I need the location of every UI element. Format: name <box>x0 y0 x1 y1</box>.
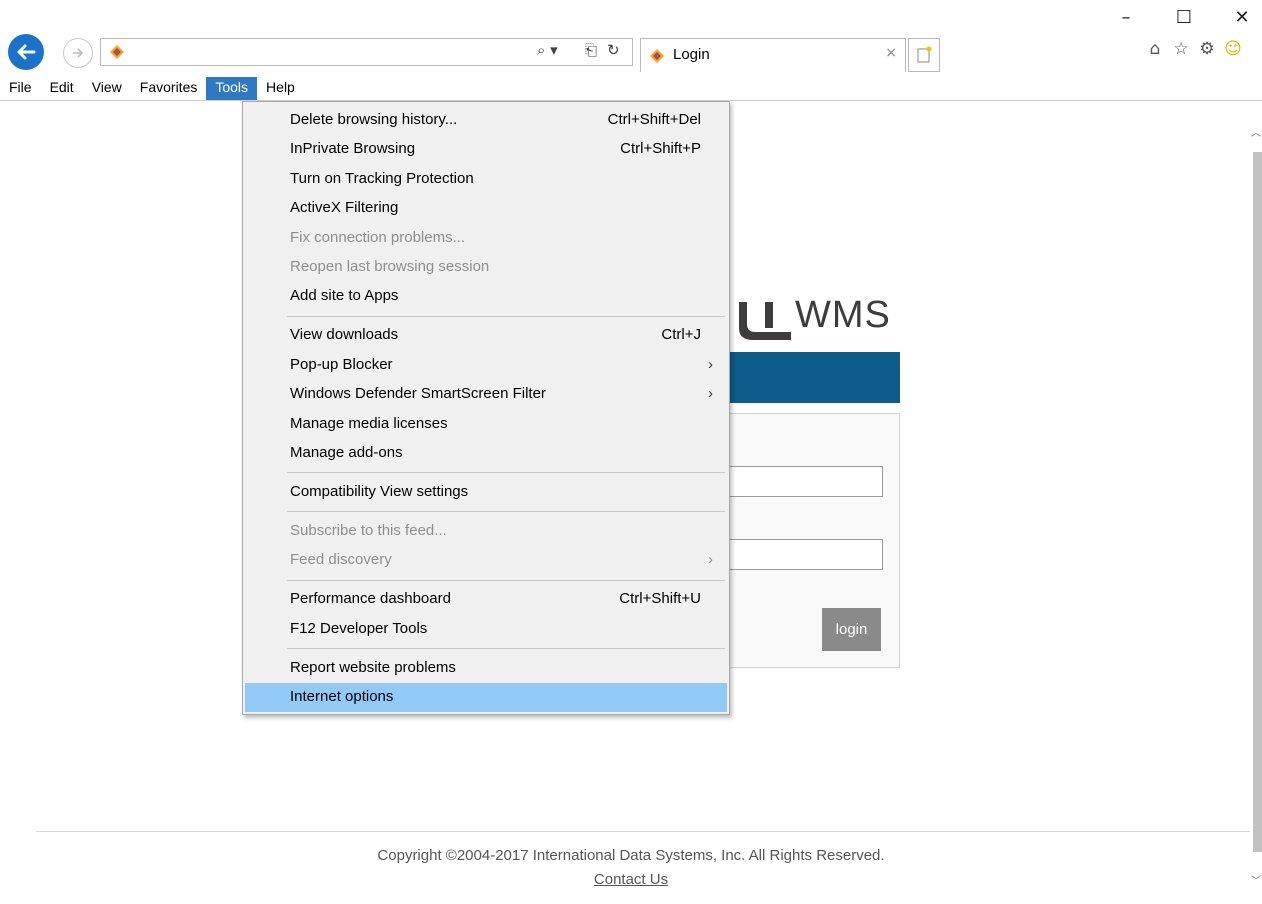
menu-item-label: Turn on Tracking Protection <box>290 169 474 187</box>
close-window-button[interactable]: ✕ <box>1222 4 1262 32</box>
tools-menu: Delete browsing history... Ctrl+Shift+Del… <box>242 101 730 715</box>
menu-item-manage-add-ons[interactable]: Manage add-ons <box>245 439 727 468</box>
menu-item-turn-on-tracking-protection[interactable]: Turn on Tracking Protection <box>245 165 727 194</box>
menu-item-label: Report website problems <box>290 658 456 676</box>
menu-item-inprivate-browsing[interactable]: InPrivate Browsing Ctrl+Shift+P <box>245 135 727 164</box>
menu-favorites[interactable]: Favorites <box>131 77 207 100</box>
menu-item-label: Manage media licenses <box>290 414 448 432</box>
favorites-icon[interactable]: ☆ <box>1171 38 1191 60</box>
contact-us-container: Contact Us <box>0 871 1262 888</box>
menu-view[interactable]: View <box>83 77 131 100</box>
menu-item-manage-media-licenses[interactable]: Manage media licenses <box>245 410 727 439</box>
copyright-text: Copyright ©2004-2017 International Data … <box>377 847 885 864</box>
menu-item-label: Performance dashboard <box>290 590 451 608</box>
menu-item-reopen-last-browsing-session[interactable]: Reopen last browsing session <box>245 253 727 282</box>
password-field[interactable] <box>728 539 883 570</box>
menu-item-label: Compatibility View settings <box>290 483 469 500</box>
menu-item-label: Subscribe to this feed... <box>290 522 447 539</box>
menu-item-activex-filtering[interactable]: ActiveX Filtering <box>245 194 727 223</box>
refresh-icon[interactable]: ↻ <box>607 41 620 59</box>
tab-login[interactable]: Login × <box>640 38 906 72</box>
menu-item-label: ActiveX Filtering <box>290 199 399 217</box>
menu-item-subscribe-to-this-feed[interactable]: Subscribe to this feed... <box>245 517 727 546</box>
menu-separator <box>287 511 725 513</box>
menu-item-label: Fix connection problems... <box>290 228 466 246</box>
menu-separator <box>287 472 725 474</box>
menu-item-internet-options[interactable]: Internet options <box>245 683 727 713</box>
new-tab-icon <box>917 46 932 63</box>
menu-item-shortcut: Ctrl+J <box>661 326 701 344</box>
login-button[interactable]: login <box>822 608 881 651</box>
forward-button[interactable] <box>63 38 93 68</box>
scroll-up-icon[interactable]: ︿ <box>1251 124 1261 139</box>
menu-item-view-downloads[interactable]: View downloads Ctrl+J <box>245 321 727 350</box>
menu-item-label: Windows Defender SmartScreen Filter <box>290 385 546 403</box>
submenu-arrow-icon: › <box>708 551 713 569</box>
tab-favicon-icon <box>650 49 664 63</box>
menu-item-performance-dashboard[interactable]: Performance dashboard Ctrl+Shift+U <box>245 585 727 614</box>
login-banner <box>728 352 900 403</box>
submenu-arrow-icon: › <box>708 355 713 373</box>
menu-item-label: Internet options <box>290 688 394 706</box>
minimize-button[interactable]: – <box>1106 4 1146 32</box>
menu-help[interactable]: Help <box>257 77 304 100</box>
feedback-smiley-icon[interactable]: ☺ <box>1223 38 1243 60</box>
back-arrow-icon <box>17 44 36 60</box>
menu-item-windows-defender-smartscreen-filter[interactable]: Windows Defender SmartScreen Filter › <box>245 380 727 409</box>
menu-item-label: Pop-up Blocker <box>290 355 393 373</box>
menu-separator <box>287 648 725 650</box>
menu-item-shortcut: Ctrl+Shift+Del <box>607 111 701 128</box>
menu-bar: File Edit View Favorites Tools Help <box>0 77 1262 101</box>
logo-mark-icon <box>739 302 791 340</box>
home-icon[interactable]: ⌂ <box>1145 38 1165 60</box>
tab-title: Login <box>673 46 710 63</box>
toolbar-icons: ⌂ ☆ ⚙ ☺ <box>1145 38 1243 60</box>
username-field[interactable] <box>728 466 883 497</box>
vertical-scrollbar[interactable]: ︿ ﹀ <box>1250 112 1262 904</box>
menu-item-label: Add site to Apps <box>290 287 399 305</box>
contact-us-link[interactable]: Contact Us <box>594 871 668 888</box>
search-icon[interactable]: ⌕ ▾ <box>537 41 558 59</box>
menu-item-label: F12 Developer Tools <box>290 619 428 637</box>
menu-item-add-site-to-apps[interactable]: Add site to Apps <box>245 282 727 311</box>
menu-item-shortcut: Ctrl+Shift+U <box>619 590 701 608</box>
menu-item-delete-browsing-history[interactable]: Delete browsing history... Ctrl+Shift+Del <box>245 106 727 135</box>
menu-item-label: InPrivate Browsing <box>290 140 416 158</box>
address-bar[interactable]: ⌕ ▾ ⎗ ↻ <box>100 38 633 66</box>
logo-text: WMS <box>795 294 891 336</box>
new-tab-button[interactable] <box>908 38 940 72</box>
menu-file[interactable]: File <box>0 77 41 100</box>
menu-item-f12-developer-tools[interactable]: F12 Developer Tools <box>245 615 727 644</box>
tools-gear-icon[interactable]: ⚙ <box>1197 38 1217 60</box>
back-button[interactable] <box>8 34 44 70</box>
menu-item-fix-connection-problems[interactable]: Fix connection problems... <box>245 224 727 253</box>
scroll-thumb[interactable] <box>1253 152 1262 852</box>
tab-close-icon[interactable]: × <box>885 45 897 61</box>
menu-item-label: Reopen last browsing session <box>290 258 490 275</box>
url-input[interactable] <box>131 42 545 64</box>
scroll-down-icon[interactable]: ﹀ <box>1251 872 1261 887</box>
menu-item-shortcut: Ctrl+Shift+P <box>620 140 701 158</box>
compatibility-view-icon[interactable]: ⎗ <box>585 41 597 59</box>
menu-item-feed-discovery[interactable]: Feed discovery › <box>245 546 727 575</box>
menu-item-report-website-problems[interactable]: Report website problems <box>245 654 727 683</box>
forward-arrow-icon <box>73 48 84 58</box>
submenu-arrow-icon: › <box>708 385 713 403</box>
menu-item-label: Manage add-ons <box>290 444 403 461</box>
menu-item-compatibility-view-settings[interactable]: Compatibility View settings <box>245 478 727 507</box>
footer-divider <box>36 831 1250 832</box>
menu-edit[interactable]: Edit <box>41 77 83 100</box>
maximize-button[interactable]: ☐ <box>1164 4 1204 32</box>
menu-tools[interactable]: Tools <box>206 77 258 100</box>
menu-item-pop-up-blocker[interactable]: Pop-up Blocker › <box>245 351 727 380</box>
menu-separator <box>287 579 725 581</box>
browser-chrome: – ☐ ✕ ⌕ ▾ ⎗ ↻ Login × ⌂ ☆ ⚙ ☺ File Edit … <box>0 0 1262 101</box>
site-favicon-icon <box>110 45 124 59</box>
menu-item-label: Feed discovery <box>290 551 392 569</box>
menu-separator <box>287 315 725 317</box>
menu-item-label: View downloads <box>290 326 399 344</box>
menu-item-label: Delete browsing history... <box>290 111 458 128</box>
